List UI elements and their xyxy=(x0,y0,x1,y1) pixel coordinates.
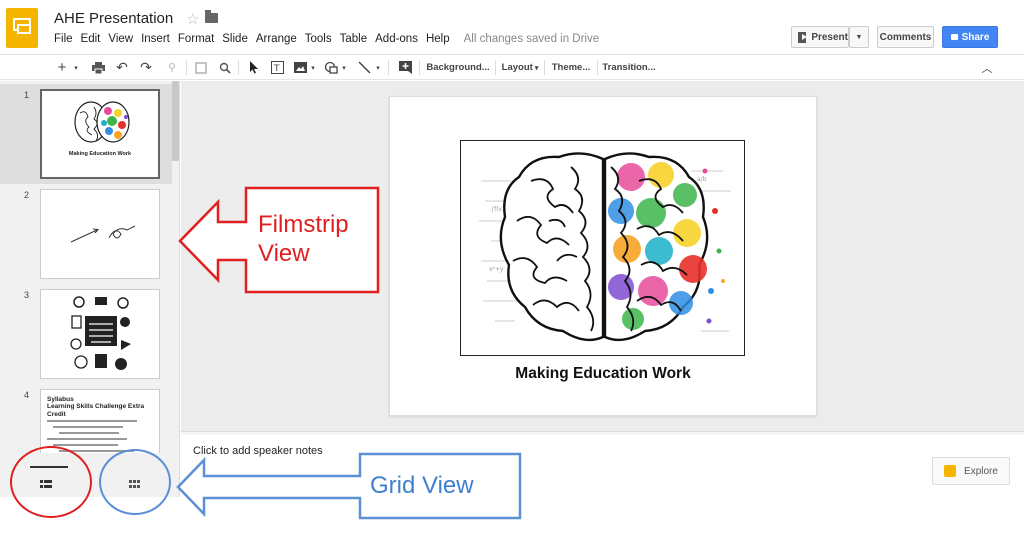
comments-button[interactable]: Comments xyxy=(877,26,934,48)
redo-icon[interactable]: ↷ xyxy=(138,59,154,76)
folder-icon[interactable] xyxy=(205,10,218,23)
thumbnail-subtitle: Learning Skills Challenge Extra Credit xyxy=(47,403,145,418)
slide-thumbnail[interactable] xyxy=(40,289,160,379)
slide-thumbnail[interactable]: Syllabus Learning Skills Challenge Extra… xyxy=(40,389,160,453)
menu-help[interactable]: Help xyxy=(426,33,450,45)
explore-icon xyxy=(944,465,957,477)
menu-addons[interactable]: Add-ons xyxy=(375,33,418,45)
theme-button[interactable]: Theme... xyxy=(550,59,592,76)
text-box-icon[interactable]: T xyxy=(269,59,285,76)
present-label: Present xyxy=(811,31,848,43)
grid-view-label: Grid View xyxy=(370,472,474,499)
save-status: All changes saved in Drive xyxy=(463,33,600,45)
slide-number: 4 xyxy=(24,390,30,400)
menu-tools[interactable]: Tools xyxy=(305,33,332,45)
paint-format-icon[interactable]: ⚲ xyxy=(164,59,180,76)
slide-number: 1 xyxy=(24,90,30,100)
zoom-icon[interactable] xyxy=(217,59,233,76)
zoom-fit-icon[interactable] xyxy=(193,59,209,76)
menu-slide[interactable]: Slide xyxy=(222,33,248,45)
menu-file[interactable]: File xyxy=(54,33,73,45)
share-label: Share xyxy=(961,31,990,43)
slide-number: 3 xyxy=(24,290,30,300)
slide-thumbnail[interactable]: Making Education Work xyxy=(40,89,160,179)
filmstrip-view-label: Filmstrip View xyxy=(258,210,349,268)
filmstrip-slide-2[interactable]: 2 xyxy=(0,184,172,284)
new-slide-icon[interactable]: + xyxy=(55,59,69,76)
slides-logo[interactable] xyxy=(6,8,38,48)
filmstrip-slide-1[interactable]: 1 Making Education Work xyxy=(0,84,172,184)
explore-button[interactable]: Explore xyxy=(932,457,1010,485)
thumbnail-caption: Making Education Work xyxy=(68,151,132,157)
present-dropdown-button[interactable]: ▼ xyxy=(849,26,869,48)
filmstrip-label-line1: Filmstrip xyxy=(258,211,349,238)
menu-edit[interactable]: Edit xyxy=(81,33,101,45)
line-icon[interactable] xyxy=(356,59,372,76)
brain-image[interactable]: ∫f(x) x²+y a/b xyxy=(460,140,745,356)
toolbar: + ▾ ↶ ↷ ⚲ T ▾ ▾ ▾ Background... Layout ▾ … xyxy=(0,54,1024,80)
star-icon[interactable]: ☆ xyxy=(186,10,199,28)
menu-insert[interactable]: Insert xyxy=(141,33,170,45)
filmstrip-slide-3[interactable]: 3 xyxy=(0,284,172,384)
filmstrip-scrollbar[interactable] xyxy=(172,81,179,161)
share-button[interactable]: Share xyxy=(942,26,998,48)
document-title[interactable]: AHE Presentation xyxy=(54,10,173,27)
play-icon xyxy=(798,31,808,43)
grid-view-highlight xyxy=(99,449,171,515)
undo-icon[interactable]: ↶ xyxy=(114,59,130,76)
thumbnail-title: Syllabus xyxy=(47,396,74,403)
filmstrip-label-line2: View xyxy=(258,240,310,267)
shape-dropdown-icon[interactable]: ▾ xyxy=(340,59,348,76)
layout-label: Layout xyxy=(501,62,533,73)
svg-text:T: T xyxy=(273,64,280,74)
layout-button[interactable]: Layout ▾ xyxy=(500,59,540,76)
filmstrip-view-highlight xyxy=(10,446,92,518)
slide-number: 2 xyxy=(24,190,30,200)
new-slide-dropdown-icon[interactable]: ▾ xyxy=(71,59,81,76)
select-pointer-icon[interactable] xyxy=(247,59,261,76)
slide-caption[interactable]: Making Education Work xyxy=(389,365,817,383)
menu-bar: File Edit View Insert Format Slide Arran… xyxy=(54,33,607,45)
transition-button[interactable]: Transition... xyxy=(602,59,655,76)
menu-table[interactable]: Table xyxy=(340,33,368,45)
line-dropdown-icon[interactable]: ▾ xyxy=(374,59,382,76)
image-dropdown-icon[interactable]: ▾ xyxy=(309,59,317,76)
menu-format[interactable]: Format xyxy=(178,33,214,45)
svg-text:∫f(x): ∫f(x) xyxy=(491,206,504,213)
explore-label: Explore xyxy=(964,465,998,477)
lock-icon xyxy=(950,34,958,40)
present-button[interactable]: Present xyxy=(791,26,849,48)
chevron-down-icon: ▼ xyxy=(855,33,863,41)
shape-icon[interactable] xyxy=(323,59,339,76)
menu-view[interactable]: View xyxy=(108,33,133,45)
print-icon[interactable] xyxy=(90,59,106,76)
svg-text:x²+y: x²+y xyxy=(489,266,504,273)
background-button[interactable]: Background... xyxy=(425,59,491,76)
image-icon[interactable] xyxy=(292,59,308,76)
filmstrip-panel: 1 Making Education Work 2 3 4 Syllabus L… xyxy=(0,81,180,453)
filmstrip-slide-4[interactable]: 4 Syllabus Learning Skills Challenge Ext… xyxy=(0,384,172,453)
add-comment-icon[interactable] xyxy=(397,59,413,76)
svg-text:a/b: a/b xyxy=(697,176,707,183)
slide-thumbnail[interactable] xyxy=(40,189,160,279)
menu-arrange[interactable]: Arrange xyxy=(256,33,297,45)
collapse-chevron-icon[interactable]: ︿ xyxy=(980,59,994,76)
